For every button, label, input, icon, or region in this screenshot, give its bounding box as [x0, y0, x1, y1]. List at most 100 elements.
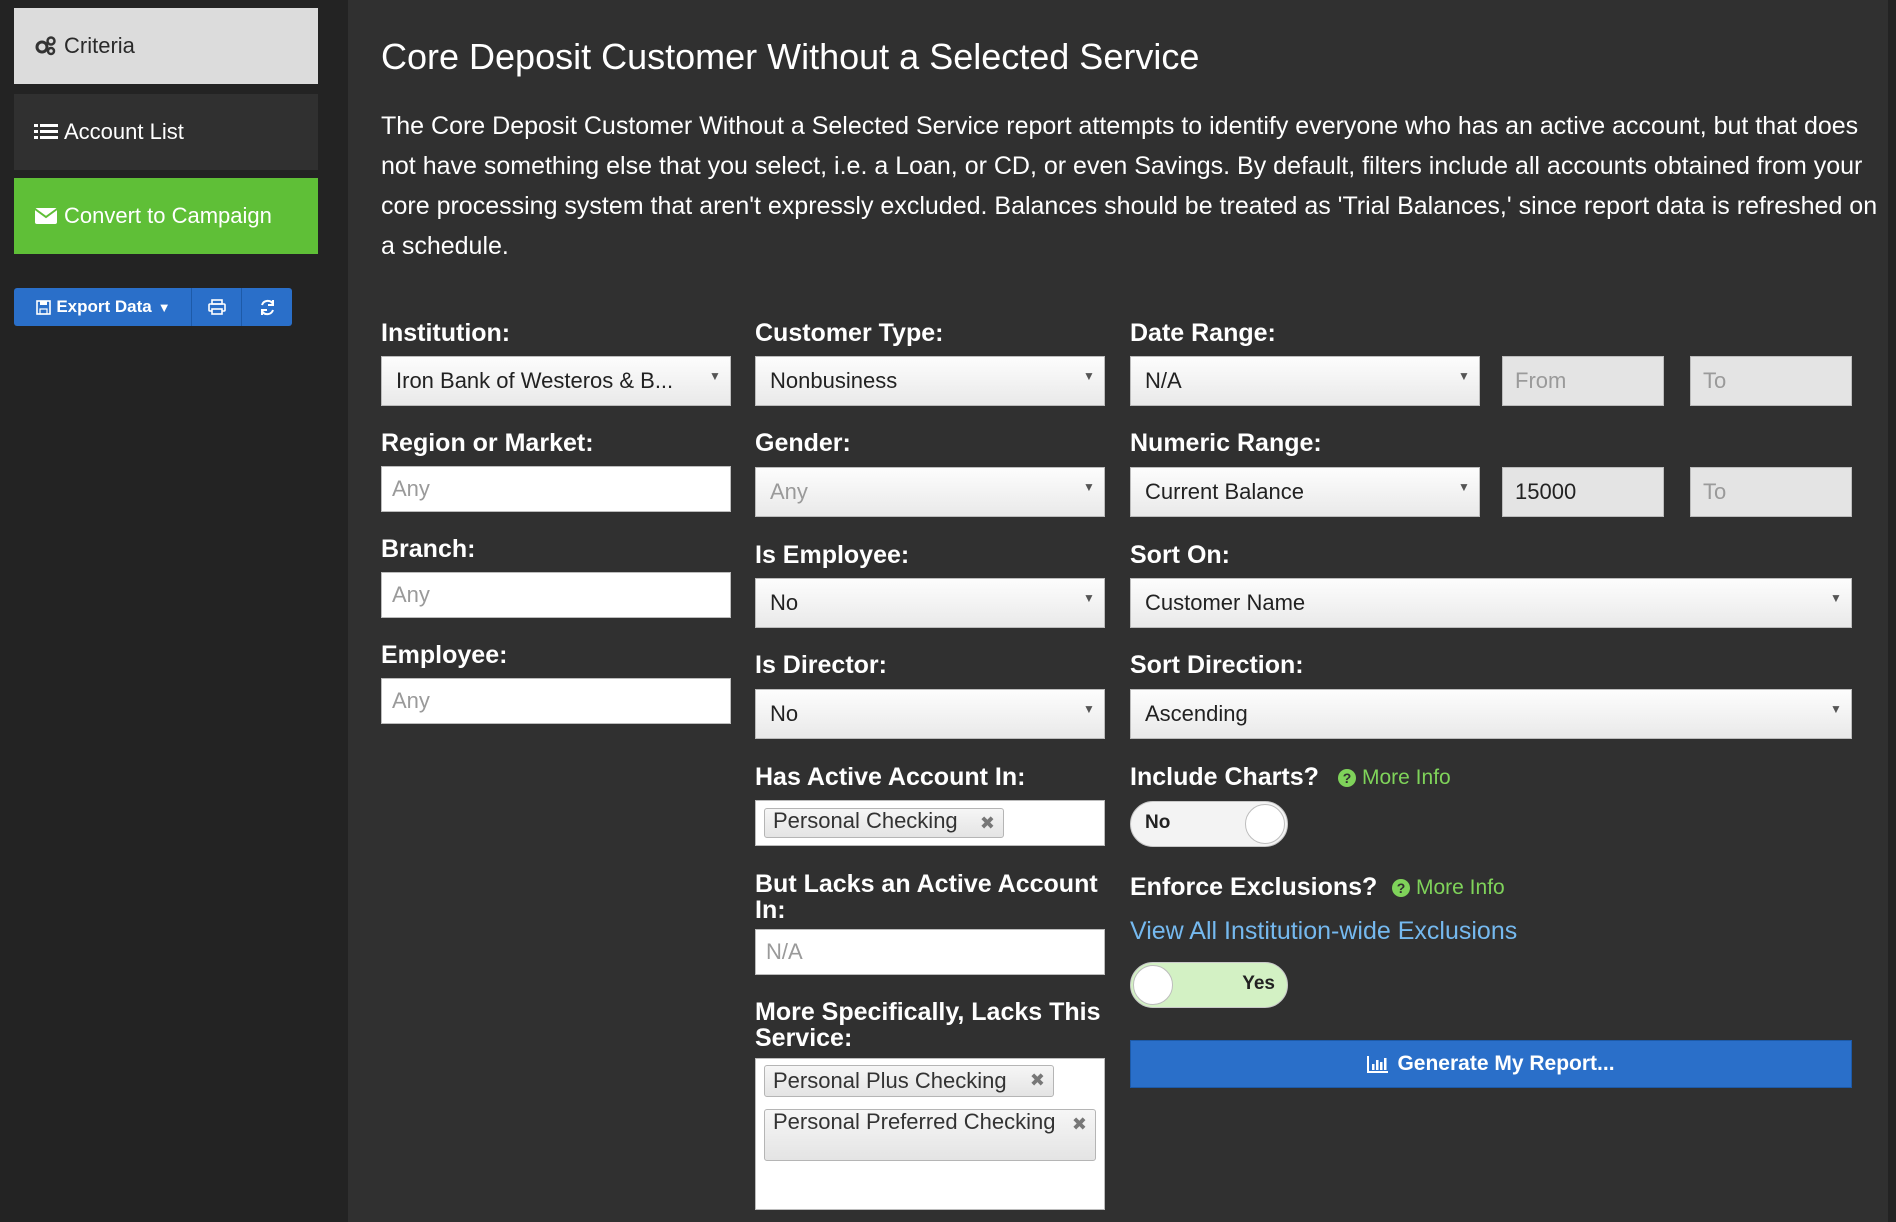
account-list-button[interactable]: Account List [14, 94, 318, 170]
toggle-knob [1133, 965, 1173, 1005]
sort-direction-label: Sort Direction: [1130, 651, 1304, 679]
customer-type-label: Customer Type: [755, 319, 944, 347]
refresh-icon [259, 299, 276, 316]
gender-value: Any [770, 479, 808, 504]
tag-personal-plus-checking: Personal Plus Checking ✖ [764, 1065, 1054, 1097]
chevron-down-icon: ▼ [1458, 369, 1470, 383]
chevron-down-icon: ▼ [1458, 480, 1470, 494]
save-icon [36, 299, 52, 315]
date-range-select[interactable]: N/A ▼ [1130, 356, 1480, 406]
list-icon [34, 121, 60, 143]
branch-label: Branch: [381, 535, 476, 563]
include-charts-label: Include Charts? [1130, 763, 1319, 791]
sort-direction-value: Ascending [1145, 701, 1248, 726]
date-to-input[interactable] [1690, 356, 1852, 406]
generate-report-label: Generate My Report... [1397, 1052, 1615, 1075]
sort-on-select[interactable]: Customer Name ▼ [1130, 578, 1852, 628]
branch-input[interactable] [381, 572, 731, 618]
more-info-label: More Info [1416, 876, 1505, 899]
is-director-select[interactable]: No ▼ [755, 689, 1105, 739]
criteria-button[interactable]: Criteria [14, 8, 318, 84]
chevron-down-icon: ▼ [1083, 369, 1095, 383]
chevron-down-icon: ▼ [1083, 591, 1095, 605]
sort-on-label: Sort On: [1130, 541, 1230, 569]
question-circle-icon: ? [1338, 769, 1356, 787]
institution-label: Institution: [381, 319, 511, 347]
tag-label: Personal Plus Checking [773, 1068, 1007, 1093]
institution-value: Iron Bank of Westeros & B... [396, 368, 674, 393]
export-data-button[interactable]: Export Data ▼ [14, 288, 192, 326]
print-button[interactable] [192, 288, 242, 326]
employee-label: Employee: [381, 641, 508, 669]
lacks-active-label: But Lacks an Active Account In: [755, 870, 1098, 924]
remove-tag-icon[interactable]: ✖ [980, 813, 995, 833]
refresh-button[interactable] [242, 288, 292, 326]
account-list-label: Account List [64, 119, 184, 144]
generate-report-button[interactable]: Generate My Report... [1130, 1040, 1852, 1088]
gears-icon [34, 35, 60, 57]
enforce-exclusions-label: Enforce Exclusions? [1130, 873, 1378, 901]
criteria-label: Criteria [64, 33, 135, 58]
question-circle-icon: ? [1392, 879, 1410, 897]
main-panel: Core Deposit Customer Without a Selected… [348, 0, 1888, 1222]
region-input[interactable] [381, 466, 731, 512]
include-charts-toggle[interactable]: No [1130, 801, 1288, 847]
convert-label: Convert to Campaign [64, 203, 272, 228]
tag-label: Personal Checking [773, 808, 958, 833]
remove-tag-icon[interactable]: ✖ [1072, 1114, 1087, 1134]
view-exclusions-link[interactable]: View All Institution-wide Exclusions [1130, 917, 1517, 946]
employee-input[interactable] [381, 678, 731, 724]
date-from-input[interactable] [1502, 356, 1664, 406]
export-toolbar: Export Data ▼ [14, 288, 292, 326]
customer-type-value: Nonbusiness [770, 368, 898, 393]
tag-label: Personal Preferred Checking [773, 1109, 1056, 1134]
include-charts-more-info[interactable]: ? More Info [1338, 766, 1451, 790]
date-range-value: N/A [1145, 368, 1182, 393]
lacks-service-label: More Specifically, Lacks This Service: [755, 998, 1101, 1052]
toggle-knob [1245, 804, 1285, 844]
numeric-range-value: Current Balance [1145, 479, 1304, 504]
sort-on-value: Customer Name [1145, 590, 1306, 615]
lacks-active-input[interactable] [755, 929, 1105, 975]
institution-select[interactable]: Iron Bank of Westeros & B... ▼ [381, 356, 731, 406]
has-active-label: Has Active Account In: [755, 763, 1026, 791]
toggle-state-label: Yes [1242, 973, 1275, 994]
convert-to-campaign-button[interactable]: Convert to Campaign [14, 178, 318, 254]
region-label: Region or Market: [381, 429, 594, 457]
is-director-label: Is Director: [755, 651, 887, 679]
sidebar: Criteria Account List Convert to Campaig… [0, 0, 348, 1222]
caret-down-icon: ▼ [157, 299, 171, 315]
gender-label: Gender: [755, 429, 851, 457]
is-director-value: No [770, 701, 799, 726]
chevron-down-icon: ▼ [1083, 480, 1095, 494]
remove-tag-icon[interactable]: ✖ [1030, 1070, 1045, 1090]
print-icon [207, 299, 226, 315]
numeric-to-input[interactable] [1690, 467, 1852, 517]
bar-chart-icon [1367, 1055, 1389, 1073]
page-title: Core Deposit Customer Without a Selected… [381, 36, 1200, 77]
date-range-label: Date Range: [1130, 319, 1276, 347]
tag-personal-preferred-checking: Personal Preferred Checking ✖ [764, 1109, 1096, 1161]
enforce-exclusions-toggle[interactable]: Yes [1130, 962, 1288, 1008]
report-description: The Core Deposit Customer Without a Sele… [381, 112, 1878, 260]
chevron-down-icon: ▼ [1083, 702, 1095, 716]
numeric-from-input[interactable] [1502, 467, 1664, 517]
envelope-icon [34, 205, 60, 227]
gender-select[interactable]: Any ▼ [755, 467, 1105, 517]
chevron-down-icon: ▼ [1830, 702, 1842, 716]
chevron-down-icon: ▼ [1830, 591, 1842, 605]
sort-direction-select[interactable]: Ascending ▼ [1130, 689, 1852, 739]
lacks-service-tag-input[interactable]: Personal Plus Checking ✖ Personal Prefer… [755, 1058, 1105, 1210]
chevron-down-icon: ▼ [709, 369, 721, 383]
enforce-exclusions-more-info[interactable]: ? More Info [1392, 876, 1505, 900]
is-employee-select[interactable]: No ▼ [755, 578, 1105, 628]
customer-type-select[interactable]: Nonbusiness ▼ [755, 356, 1105, 406]
numeric-range-label: Numeric Range: [1130, 429, 1322, 457]
is-employee-label: Is Employee: [755, 541, 910, 569]
tag-personal-checking: Personal Checking ✖ [764, 808, 1004, 838]
numeric-range-select[interactable]: Current Balance ▼ [1130, 467, 1480, 517]
is-employee-value: No [770, 590, 799, 615]
toggle-state-label: No [1145, 812, 1171, 833]
has-active-tag-input[interactable]: Personal Checking ✖ [755, 800, 1105, 846]
more-info-label: More Info [1362, 766, 1451, 789]
